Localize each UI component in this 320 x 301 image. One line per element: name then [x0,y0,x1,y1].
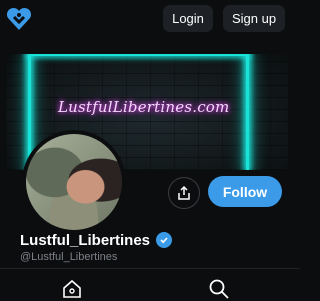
neon-frame-top [28,54,249,56]
top-bar: Login Sign up [0,0,300,38]
cover-neon-text: LustfulLibertines.com [58,98,230,116]
search-icon[interactable] [208,278,230,300]
profile-name-row: Lustful_Libertines [20,230,173,250]
profile-display-name: Lustful_Libertines [20,231,151,249]
follow-button[interactable]: Follow [208,176,282,207]
share-button[interactable] [168,177,200,209]
avatar[interactable] [22,130,126,234]
signup-button[interactable]: Sign up [223,5,285,32]
verified-badge-icon [156,232,173,248]
profile-handle: @Lustful_Libertines [20,251,118,263]
login-button[interactable]: Login [163,5,213,32]
heart-logo-icon[interactable] [5,6,33,32]
home-icon[interactable] [62,279,82,299]
share-icon [178,185,190,200]
bottom-nav [0,268,300,301]
